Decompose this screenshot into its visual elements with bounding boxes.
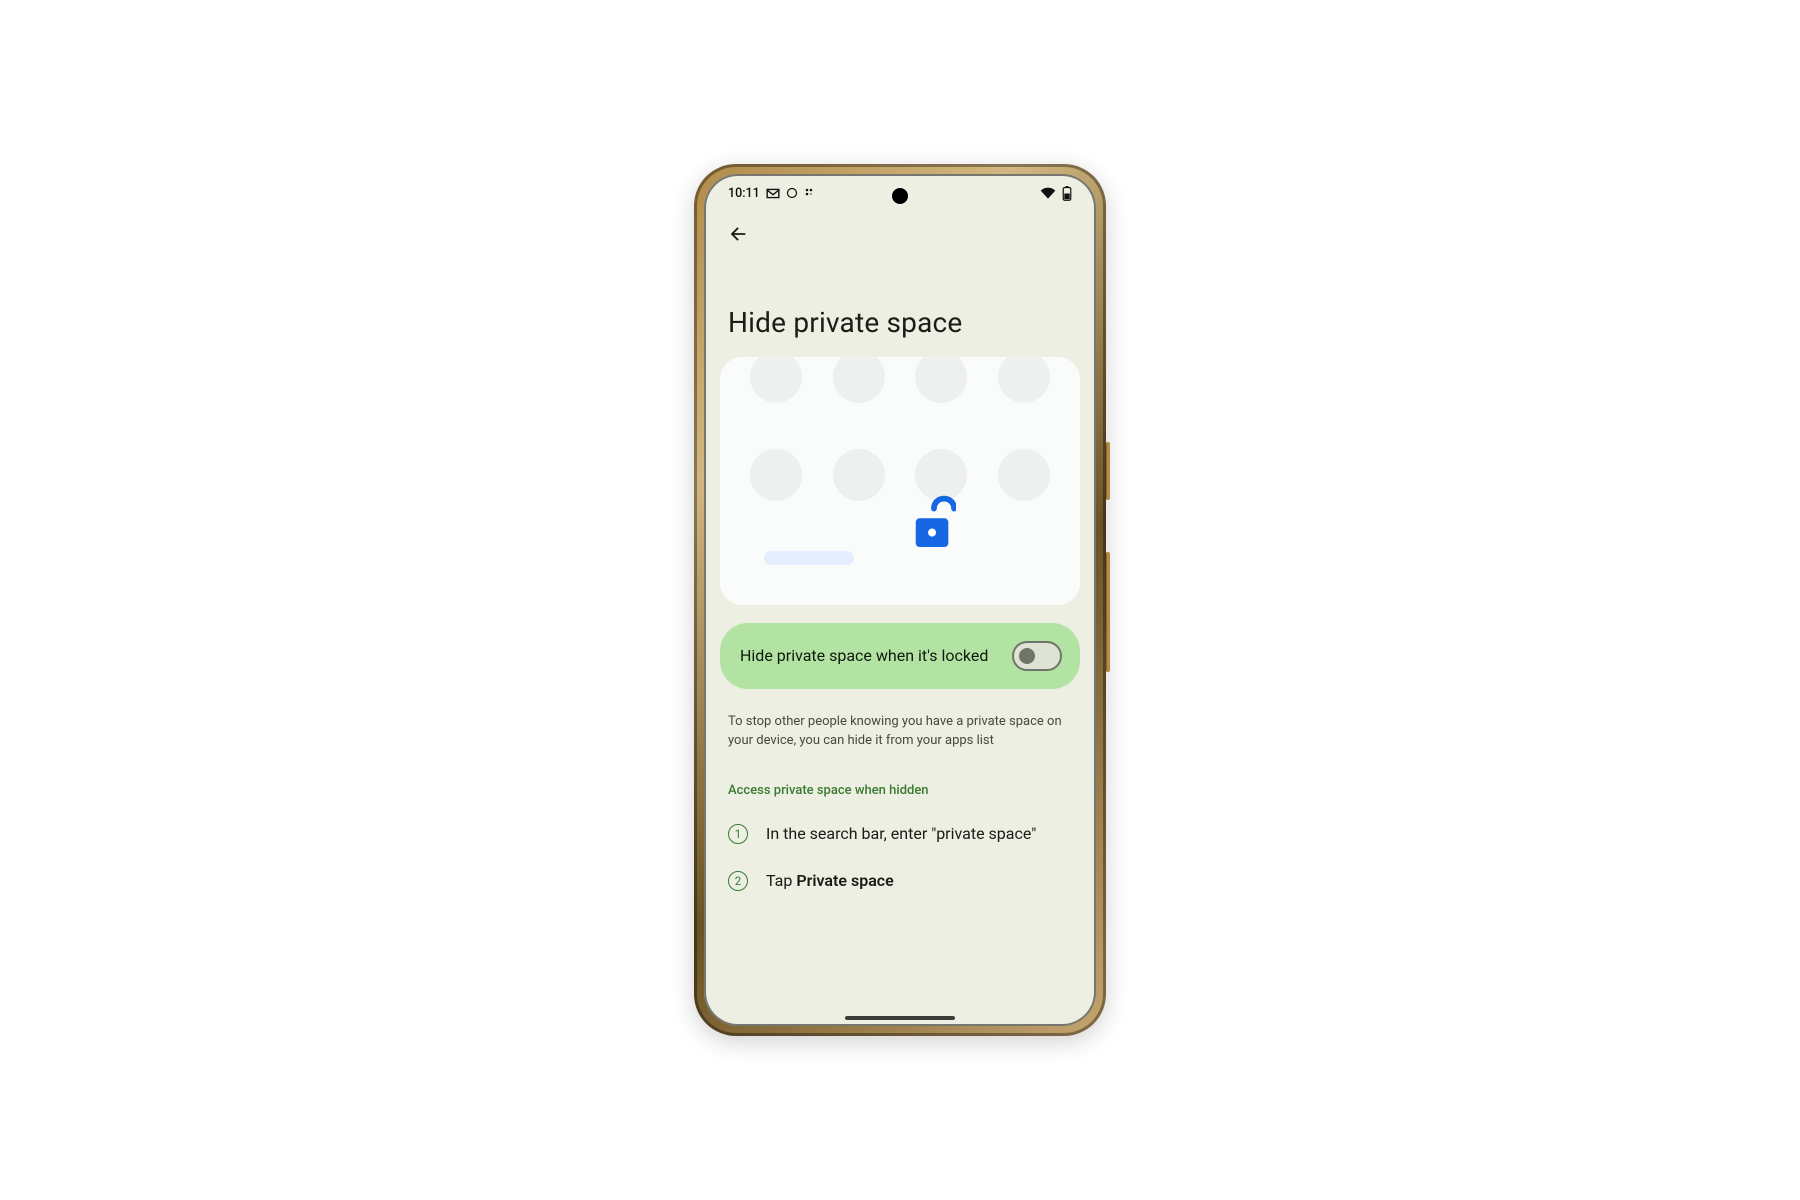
placeholder-app-icon bbox=[915, 357, 967, 403]
step-row: 2 Tap Private space bbox=[720, 857, 1080, 904]
description-text: To stop other people knowing you have a … bbox=[720, 689, 1080, 751]
gesture-nav-bar[interactable] bbox=[845, 1016, 955, 1020]
placeholder-app-icon bbox=[915, 449, 967, 501]
screen: 10:11 bbox=[704, 174, 1096, 1026]
private-space-bar-icon bbox=[764, 551, 854, 565]
step-number-badge: 2 bbox=[728, 871, 748, 891]
power-button bbox=[1106, 442, 1110, 500]
gmail-icon bbox=[766, 188, 780, 199]
step-number-badge: 1 bbox=[728, 824, 748, 844]
hide-when-locked-row[interactable]: Hide private space when it's locked bbox=[720, 623, 1080, 689]
camera-hole bbox=[892, 188, 908, 204]
placeholder-app-icon bbox=[833, 357, 885, 403]
switch-knob bbox=[1019, 648, 1035, 664]
hide-when-locked-toggle[interactable] bbox=[1012, 641, 1062, 671]
battery-icon bbox=[1062, 186, 1072, 201]
page-content: Hide private space bbox=[704, 276, 1096, 1026]
back-button[interactable] bbox=[720, 216, 756, 252]
placeholder-app-icon bbox=[750, 449, 802, 501]
toggle-label: Hide private space when it's locked bbox=[740, 645, 998, 667]
arrow-back-icon bbox=[727, 223, 749, 245]
placeholder-app-icon bbox=[750, 357, 802, 403]
volume-rocker bbox=[1106, 552, 1110, 672]
step-text: Tap Private space bbox=[766, 869, 894, 892]
illustration-card bbox=[720, 357, 1080, 605]
section-header: Access private space when hidden bbox=[720, 751, 1080, 810]
dots-icon bbox=[804, 187, 816, 199]
step-text: In the search bar, enter "private space" bbox=[766, 822, 1036, 845]
app-bar bbox=[704, 212, 1096, 276]
page-title: Hide private space bbox=[720, 276, 1080, 357]
placeholder-app-icon bbox=[998, 449, 1050, 501]
status-clock: 10:11 bbox=[728, 186, 760, 201]
placeholder-app-icon bbox=[998, 357, 1050, 403]
step-row: 1 In the search bar, enter "private spac… bbox=[720, 810, 1080, 857]
wifi-icon bbox=[1040, 187, 1056, 199]
unlocked-lock-icon bbox=[910, 495, 956, 551]
placeholder-app-icon bbox=[833, 449, 885, 501]
circle-icon bbox=[786, 187, 798, 199]
device-frame: 10:11 bbox=[694, 164, 1106, 1036]
